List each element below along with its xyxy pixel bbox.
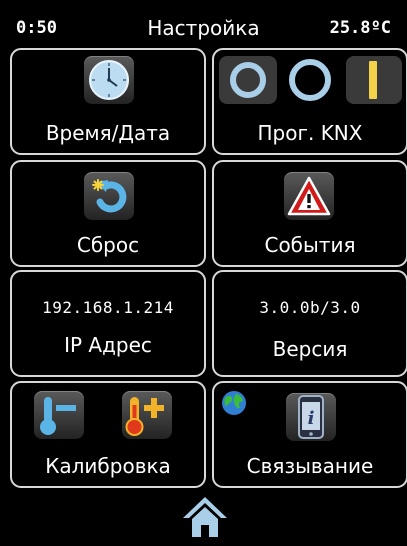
version-label: Версия [272, 337, 348, 361]
time-date-tile[interactable]: Время/Дата [10, 48, 206, 155]
reset-icon [84, 172, 134, 220]
calibration-tile[interactable]: Калибровка [10, 381, 206, 488]
thermometer-minus-icon [34, 391, 84, 439]
reset-label: Сброс [76, 233, 140, 257]
events-label: События [264, 233, 356, 257]
thermometer-plus-icon [122, 391, 172, 439]
knx-prog-tile[interactable]: Прог. KNX [212, 48, 407, 155]
status-header: 0:50 Настройка 25.8ºC [0, 0, 407, 44]
clock-icon [84, 56, 134, 104]
linking-tile[interactable]: i Связывание [212, 381, 407, 488]
ip-address-label: IP Адрес [64, 333, 152, 357]
globe-icon [220, 389, 248, 417]
knx-programming-icon [218, 56, 404, 104]
version-value: 3.0.0b/3.0 [259, 298, 361, 317]
temperature-readout: 25.8ºC [329, 18, 391, 38]
version-tile[interactable]: 3.0.0b/3.0 Версия [212, 270, 407, 377]
reset-tile[interactable]: Сброс [10, 160, 206, 267]
warning-icon [284, 172, 334, 220]
knx-prog-label: Прог. KNX [257, 121, 363, 145]
events-tile[interactable]: События [212, 160, 407, 267]
time-date-label: Время/Дата [45, 121, 171, 145]
bottom-nav [0, 488, 407, 546]
home-icon[interactable] [180, 494, 230, 540]
phone-info-icon: i [286, 393, 336, 441]
calibration-label: Калибровка [45, 454, 171, 478]
ip-address-value: 192.168.1.214 [42, 298, 174, 317]
linking-label: Связывание [246, 454, 374, 478]
ip-address-tile[interactable]: 192.168.1.214 IP Адрес [10, 270, 206, 377]
svg-text:i: i [308, 408, 315, 429]
